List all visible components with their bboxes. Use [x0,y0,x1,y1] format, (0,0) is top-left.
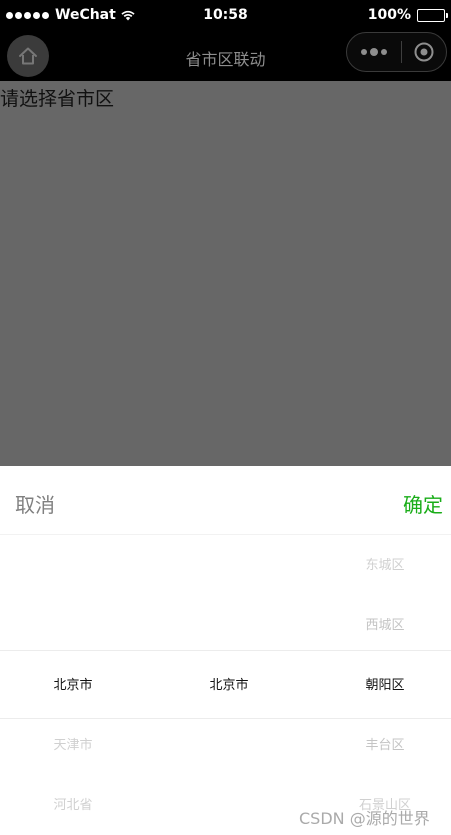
district-option[interactable]: 朝阳区 [312,678,451,694]
screen: WeChat 10:58 100% 省市区联动 请选择省市区 取消 确定 北京市… [0,0,451,835]
close-button[interactable] [402,33,446,71]
status-bar: WeChat 10:58 100% [0,0,451,31]
nav-bar: 省市区联动 [0,31,451,81]
cancel-button[interactable]: 取消 [15,489,55,518]
more-dot [370,48,378,56]
province-column[interactable]: 北京市 天津市 河北省 [0,535,146,835]
watermark: CSDN @源的世界 [299,809,430,828]
city-option[interactable]: 北京市 [146,678,312,694]
province-option[interactable]: 河北省 [0,798,146,814]
province-option[interactable]: 天津市 [0,738,146,754]
battery-status: 100% [367,7,448,23]
more-button[interactable] [347,33,401,71]
province-option[interactable]: 北京市 [0,678,146,694]
picker-header: 取消 确定 [0,466,451,535]
confirm-button[interactable]: 确定 [403,489,443,518]
region-picker-trigger[interactable]: 请选择省市区 [0,84,114,111]
more-dot [361,49,367,55]
district-option[interactable]: 东城区 [312,558,451,574]
more-dot [381,49,387,55]
picker-columns[interactable]: 北京市 天津市 河北省 北京市 东城区 西城区 朝阳区 丰台区 石景山区 [0,535,451,835]
region-picker: 取消 确定 北京市 天津市 河北省 北京市 东城区 西城区 朝阳区 丰台区 石景… [0,466,451,835]
capsule-menu [346,32,447,72]
city-column[interactable]: 北京市 [146,535,312,835]
district-column[interactable]: 东城区 西城区 朝阳区 丰台区 石景山区 [312,535,451,835]
battery-icon [417,8,448,22]
district-option[interactable]: 西城区 [312,618,451,634]
battery-percent: 100% [367,7,411,23]
close-target-icon [414,42,434,62]
district-option[interactable]: 丰台区 [312,738,451,754]
